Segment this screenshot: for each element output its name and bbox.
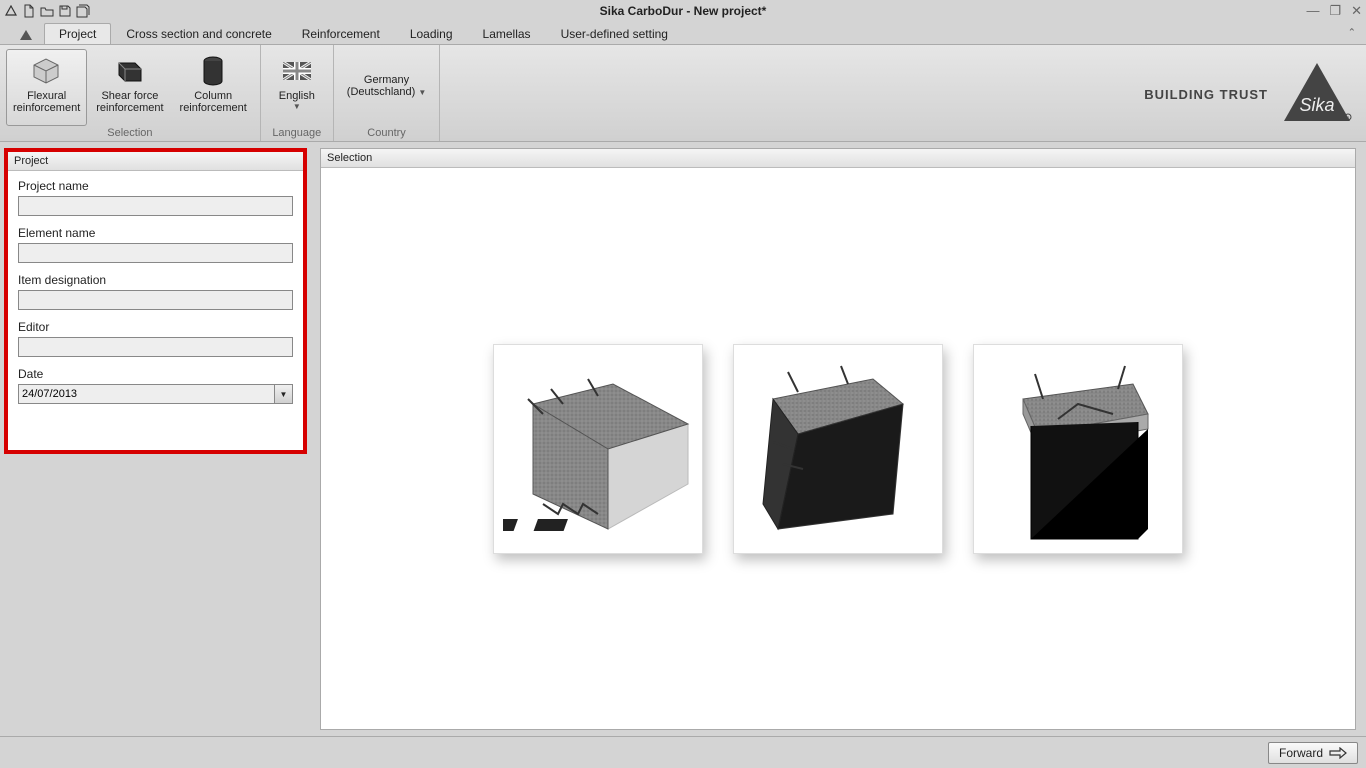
selection-option-flexural[interactable] [493,344,703,554]
project-panel: Project Project name Element name Item d… [4,148,307,454]
column-icon [196,54,230,88]
tab-user-defined[interactable]: User-defined setting [546,23,683,44]
project-name-label: Project name [18,179,293,193]
date-label: Date [18,367,293,381]
flexural-icon [30,54,64,88]
restore-button[interactable]: ❐ [1329,3,1341,19]
main-area: Project Project name Element name Item d… [0,142,1366,736]
window-title: Sika CarboDur - New project* [0,4,1366,18]
shear-icon [113,54,147,88]
ribbon-collapse-icon[interactable]: ⌃ [1348,28,1356,39]
ribbon-group-language: English ▼ Language [261,45,334,141]
app-logo-icon[interactable] [4,4,18,18]
close-button[interactable]: ✕ [1351,3,1362,19]
flag-uk-icon [280,54,314,88]
element-name-input[interactable] [18,243,293,263]
tab-lamellas[interactable]: Lamellas [468,23,546,44]
tab-project[interactable]: Project [44,23,111,44]
ribbon-group-selection-label: Selection [6,126,254,139]
column-label: Column reinforcement [180,90,247,114]
save-icon[interactable] [58,4,72,18]
sika-logo-icon: Sika R [1278,59,1356,129]
minimize-button[interactable]: — [1306,3,1319,19]
project-name-input[interactable] [18,196,293,216]
project-panel-header: Project [8,152,303,171]
ribbon-group-selection: Flexural reinforcement Shear force reinf… [0,45,261,141]
selection-option-shear[interactable] [733,344,943,554]
svg-text:R: R [1347,115,1350,120]
language-dropdown[interactable]: English ▼ [267,49,327,126]
editor-input[interactable] [18,337,293,357]
column-reinforcement-button[interactable]: Column reinforcement [173,49,254,126]
element-name-label: Element name [18,226,293,240]
country-dropdown[interactable]: Germany (Deutschland) ▼ [340,49,433,126]
ribbon-group-country-label: Country [340,126,433,139]
date-input[interactable] [18,384,275,404]
selection-option-column[interactable] [973,344,1183,554]
arrow-right-icon [1329,747,1347,759]
flexural-label: Flexural reinforcement [13,90,80,114]
shear-force-reinforcement-button[interactable]: Shear force reinforcement [89,49,170,126]
open-folder-icon[interactable] [40,4,54,18]
forward-button[interactable]: Forward [1268,742,1358,764]
item-designation-label: Item designation [18,273,293,287]
ribbon-tabs: Project Cross section and concrete Reinf… [0,22,1366,44]
tab-reinforcement[interactable]: Reinforcement [287,23,395,44]
chevron-down-icon: ▼ [418,88,426,97]
window-controls: — ❐ ✕ [1306,3,1362,19]
shear-label: Shear force reinforcement [96,90,163,114]
selection-panel: Selection [320,148,1356,730]
footer-bar: Forward [0,736,1366,768]
selection-panel-header: Selection [321,149,1355,168]
chevron-down-icon: ▼ [293,102,301,111]
ribbon: Flexural reinforcement Shear force reinf… [0,44,1366,142]
date-dropdown-button[interactable]: ▼ [275,384,293,404]
flexural-reinforcement-button[interactable]: Flexural reinforcement [6,49,87,126]
spacer-icon [370,54,404,72]
svg-text:Sika: Sika [1299,95,1334,115]
tab-cross-section[interactable]: Cross section and concrete [111,23,286,44]
quick-access-toolbar [4,4,90,18]
brand-area: BUILDING TRUST Sika R [1144,45,1356,143]
editor-label: Editor [18,320,293,334]
tab-loading[interactable]: Loading [395,23,468,44]
new-file-icon[interactable] [22,4,36,18]
ribbon-group-country: Germany (Deutschland) ▼ Country [334,45,440,141]
save-all-icon[interactable] [76,4,90,18]
title-bar: Sika CarboDur - New project* — ❐ ✕ [0,0,1366,22]
item-designation-input[interactable] [18,290,293,310]
ribbon-group-language-label: Language [267,126,327,139]
brand-tagline: BUILDING TRUST [1144,87,1268,102]
tab-home-icon[interactable] [8,25,44,44]
